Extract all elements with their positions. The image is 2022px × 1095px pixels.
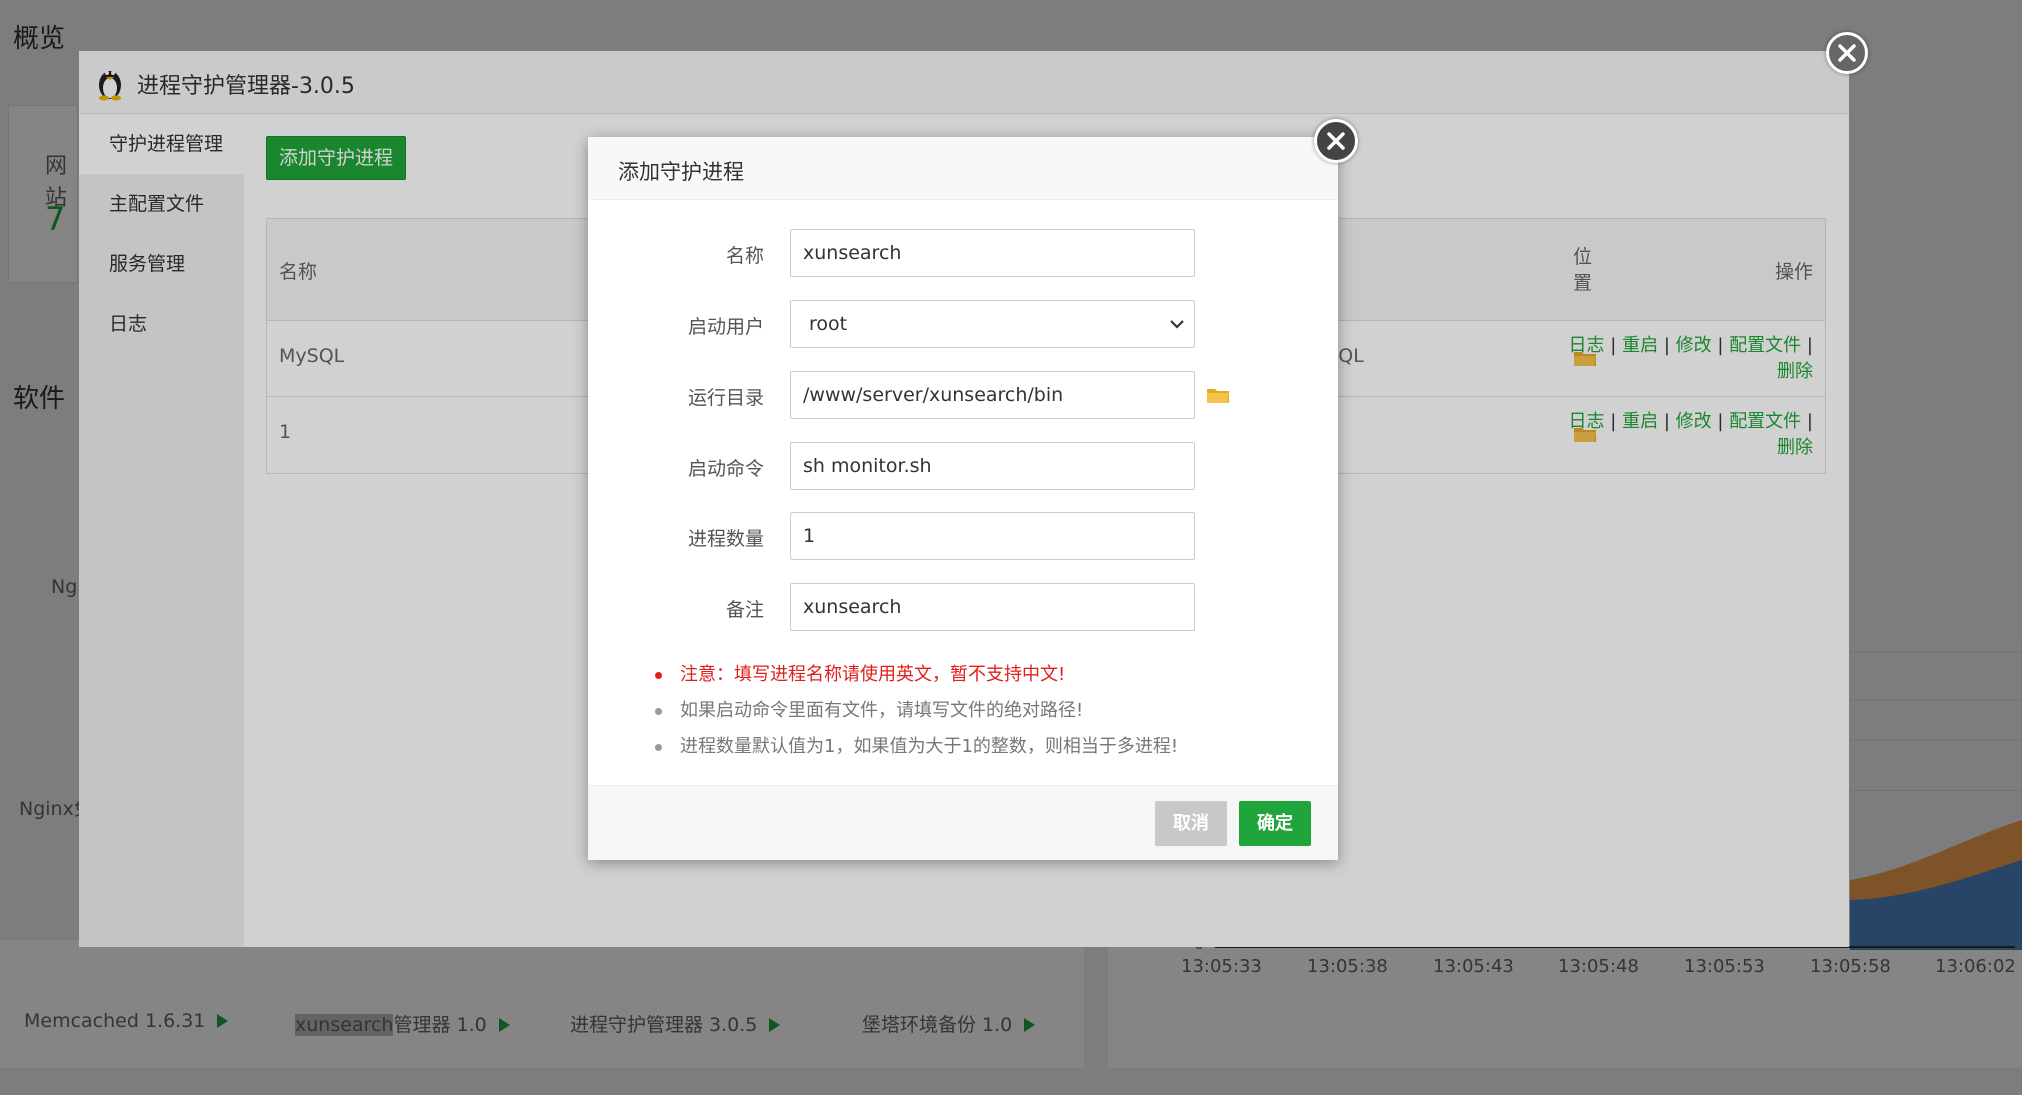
field-row-name: 名称 xunsearch (588, 229, 1338, 277)
dialog-header: 添加守护进程 (588, 137, 1338, 200)
chevron-down-icon (1170, 320, 1184, 329)
count-input[interactable]: 1 (790, 512, 1195, 560)
dir-input[interactable]: /www/server/xunsearch/bin (790, 371, 1195, 419)
dialog-footer: 取消 确定 (588, 785, 1338, 860)
remark-input[interactable]: xunsearch (790, 583, 1195, 631)
add-daemon-dialog: 添加守护进程 名称 xunsearch 启动用户 root 运行目录 /www/… (588, 137, 1338, 860)
name-input[interactable]: xunsearch (790, 229, 1195, 277)
remark-label: 备注 (725, 599, 764, 621)
dir-label: 运行目录 (687, 387, 764, 409)
dialog-close-button[interactable] (1314, 119, 1358, 163)
dialog-title: 添加守护进程 (618, 160, 744, 184)
help-notes: 注意：填写进程名称请使用英文，暂不支持中文! 如果启动命令里面有文件，请填写文件… (653, 657, 1313, 765)
folder-icon[interactable] (1206, 386, 1230, 404)
name-label: 名称 (725, 245, 764, 267)
panel-close-button[interactable] (1826, 32, 1868, 74)
note-item: 如果启动命令里面有文件，请填写文件的绝对路径! (653, 693, 1313, 729)
cmd-label: 启动命令 (687, 458, 764, 480)
field-row-cmd: 启动命令 sh monitor.sh (588, 442, 1338, 490)
field-row-count: 进程数量 1 (588, 512, 1338, 560)
note-item: 进程数量默认值为1，如果值为大于1的整数，则相当于多进程! (653, 729, 1313, 765)
field-row-dir: 运行目录 /www/server/xunsearch/bin (588, 371, 1338, 419)
user-select[interactable]: root (790, 300, 1195, 348)
close-icon (1327, 132, 1345, 150)
close-icon (1838, 44, 1856, 62)
note-warning: 注意：填写进程名称请使用英文，暂不支持中文! (653, 657, 1313, 693)
count-label: 进程数量 (687, 528, 764, 550)
field-row-remark: 备注 xunsearch (588, 583, 1338, 631)
cmd-input[interactable]: sh monitor.sh (790, 442, 1195, 490)
user-select-value: root (809, 313, 848, 335)
cancel-button[interactable]: 取消 (1155, 801, 1227, 846)
field-row-user: 启动用户 root (588, 300, 1338, 348)
confirm-button[interactable]: 确定 (1239, 801, 1311, 846)
user-label: 启动用户 (687, 316, 764, 338)
